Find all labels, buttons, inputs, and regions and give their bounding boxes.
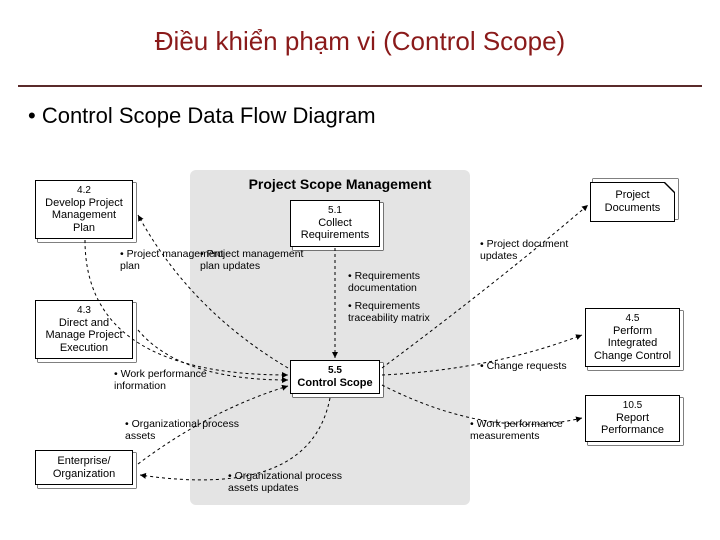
box-enterprise-txt: Enterprise/ Organization (40, 455, 128, 480)
bullet-reqtrace: Requirements traceability matrix (348, 300, 468, 324)
box-5-5: 5.5 Control Scope (290, 360, 380, 394)
bullet-pmpu: Project management plan updates (200, 248, 320, 272)
box-10-5: 10.5 Report Performance (585, 395, 680, 442)
box-4-3-num: 4.3 (40, 305, 128, 317)
bullet-reqdoc: Requirements documentation (348, 270, 468, 294)
bullet-opa: Organizational process assets (125, 418, 245, 442)
box-project-documents: Project Documents (590, 182, 675, 222)
box-5-1-num: 5.1 (295, 205, 375, 217)
bullet-pdu: Project document updates (480, 238, 600, 262)
bullet-cr: Change requests (480, 360, 567, 372)
page-title: Điều khiển phạm vi (Control Scope) (0, 0, 720, 57)
box-4-2-txt: Develop Project Management Plan (40, 197, 128, 235)
box-4-5-txt: Perform Integrated Change Control (590, 325, 675, 363)
box-enterprise: Enterprise/ Organization (35, 450, 133, 485)
box-4-5: 4.5 Perform Integrated Change Control (585, 308, 680, 367)
box-project-documents-txt: Project Documents (605, 189, 661, 214)
box-5-5-num: 5.5 (295, 365, 375, 377)
box-4-3-txt: Direct and Manage Project Execution (40, 317, 128, 355)
box-5-5-txt: Control Scope (295, 377, 375, 390)
subheading: Control Scope Data Flow Diagram (0, 95, 720, 137)
bullet-wpi: Work performance information (114, 368, 234, 392)
divider (18, 85, 702, 87)
box-10-5-num: 10.5 (590, 400, 675, 412)
bullet-opau: Organizational process assets updates (228, 470, 348, 494)
box-4-2-num: 4.2 (40, 185, 128, 197)
box-4-2: 4.2 Develop Project Management Plan (35, 180, 133, 239)
bullet-wpm: Work performance measurements (470, 418, 590, 442)
box-10-5-txt: Report Performance (590, 412, 675, 437)
box-5-1-txt: Collect Requirements (295, 217, 375, 242)
box-4-5-num: 4.5 (590, 313, 675, 325)
box-5-1: 5.1 Collect Requirements (290, 200, 380, 247)
psm-group-title: Project Scope Management (240, 176, 440, 192)
box-4-3: 4.3 Direct and Manage Project Execution (35, 300, 133, 359)
diagram-canvas: Project Scope Management 4.2 Develop Pro… (30, 170, 690, 510)
